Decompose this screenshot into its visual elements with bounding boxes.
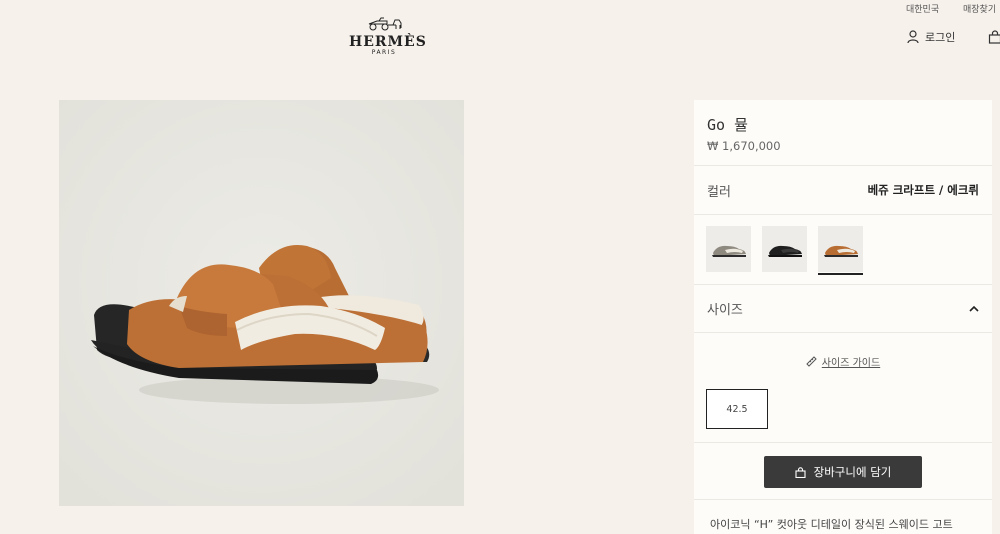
swatch-grey[interactable]: [706, 226, 751, 272]
color-label: 컬러: [707, 184, 731, 200]
mule-shoe-illustration: [59, 100, 464, 506]
size-guide-link[interactable]: 사이즈 가이드: [694, 333, 992, 369]
product-image[interactable]: [59, 100, 464, 506]
login-link[interactable]: 로그인: [907, 29, 955, 45]
brown-mule-thumbnail: [823, 245, 858, 257]
swatch-beige-kraft[interactable]: [818, 226, 863, 275]
login-label: 로그인: [925, 31, 956, 44]
swatch-black[interactable]: [762, 226, 807, 272]
color-row: 컬러 베쥬 크라프트 / 에크뤼: [694, 166, 992, 215]
add-to-cart-button[interactable]: 장바구니에 담기: [764, 456, 922, 488]
black-mule-thumbnail: [767, 245, 802, 257]
country-link[interactable]: 대한민국: [906, 2, 939, 15]
shopping-bag-icon: [988, 30, 1000, 44]
cart-icon-button[interactable]: [988, 29, 1000, 48]
add-to-cart-label: 장바구니에 담기: [813, 465, 892, 479]
grey-mule-thumbnail: [711, 245, 746, 257]
store-finder-link[interactable]: 매장찾기: [963, 2, 996, 15]
cart-section: 장바구니에 담기: [694, 442, 992, 500]
product-detail-panel: Go 뮬 ₩ 1,670,000 컬러 베쥬 크라프트 / 에크뤼 사이즈 사이…: [694, 100, 992, 534]
size-label: 사이즈: [707, 303, 743, 318]
product-description: 아이코닉 “H” 컷아웃 디테일이 장식된 스웨이드 고트: [710, 518, 953, 531]
shopping-bag-icon: [795, 466, 806, 478]
size-option[interactable]: 42.5: [706, 389, 768, 429]
logo-city: PARIS: [371, 49, 397, 56]
chevron-up-icon: [969, 305, 979, 312]
hermes-logo[interactable]: HERMÈS PARIS: [349, 16, 427, 56]
color-swatches: [694, 215, 992, 285]
size-guide-label: 사이즈 가이드: [821, 358, 881, 369]
user-icon: [907, 30, 919, 44]
color-value: 베쥬 크라프트 / 에크뤼: [867, 183, 979, 197]
product-price: ₩ 1,670,000: [707, 139, 781, 153]
size-accordion-header[interactable]: 사이즈: [694, 285, 992, 333]
product-title: Go 뮬: [707, 116, 748, 134]
logo-wordmark: HERMÈS: [349, 34, 427, 50]
carriage-icon: [368, 17, 402, 31]
ruler-icon: [806, 356, 817, 367]
